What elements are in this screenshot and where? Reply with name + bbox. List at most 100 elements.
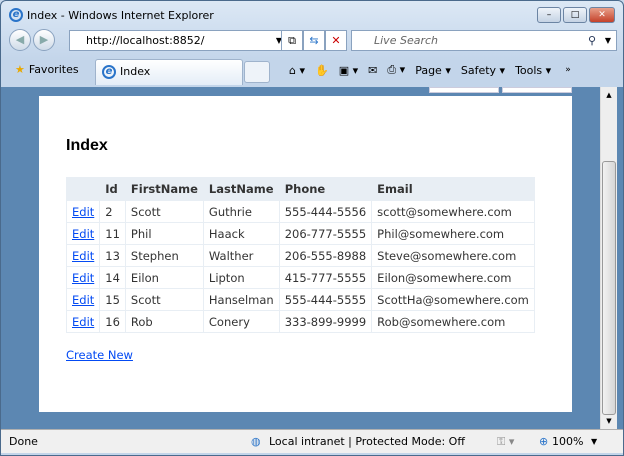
ie-icon: e [9, 8, 23, 22]
zone-text: Local intranet | Protected Mode: Off [269, 435, 465, 448]
status-text: Done [9, 435, 38, 448]
rss-icon[interactable]: ▣ ▾ [339, 64, 358, 77]
ie-icon: e [102, 65, 116, 79]
more-icon[interactable]: » [565, 65, 571, 75]
minimize-button[interactable]: – [537, 7, 561, 23]
browser-window: e Index - Windows Internet Explorer – □ ✕ ◀… [0, 0, 624, 456]
table-header: Id FirstName LastName Phone Email [65, 177, 535, 201]
cell-action: Edit [65, 288, 101, 311]
globe-icon: ◍ [251, 435, 261, 448]
cell-last: Hanselman [202, 288, 280, 311]
data-table: Id FirstName LastName Phone Email Edit 2 Scott… [65, 177, 535, 333]
table-row: Edit 13 Stephen Walther 206-555-8988 Steve@so… [65, 244, 535, 267]
cell-last: Lipton [202, 266, 280, 289]
cell-action: Edit [65, 310, 101, 333]
edit-link[interactable]: Edit [72, 227, 94, 241]
tab-index[interactable]: e Index [95, 59, 243, 85]
back-button[interactable]: ◀ [9, 29, 31, 51]
search-icon[interactable]: ⚲ [588, 34, 596, 47]
column-header: Email [371, 177, 535, 201]
table-row: Edit 2 Scott Guthrie 555-444-5556 scott@somew… [65, 200, 535, 223]
column-header: Phone [278, 177, 373, 201]
compatibility-button[interactable]: ⧉ [281, 30, 303, 51]
page-content: Index Id FirstName LastName Phone Email Edit… [39, 96, 572, 412]
cell-email: Rob@somewhere.com [371, 310, 535, 333]
url-text: http://localhost:8852/ [86, 34, 205, 47]
cell-action: Edit [65, 222, 101, 245]
search-input[interactable]: Live Search ⚲ ▼ [351, 30, 617, 51]
new-tab-button[interactable] [244, 61, 270, 83]
tools-menu[interactable]: Tools ▾ [515, 64, 551, 77]
star-icon: ★ [15, 63, 25, 76]
maximize-button[interactable]: □ [563, 7, 587, 23]
cell-last: Walther [202, 244, 280, 267]
cell-email: ScottHa@somewhere.com [371, 288, 535, 311]
edit-link[interactable]: Edit [72, 293, 94, 307]
cell-email: Phil@somewhere.com [371, 222, 535, 245]
close-button[interactable]: ✕ [589, 7, 615, 23]
edit-link[interactable]: Edit [72, 271, 94, 285]
cell-id: 13 [99, 244, 126, 267]
forward-button[interactable]: ▶ [33, 29, 55, 51]
cell-phone: 333-899-9999 [278, 310, 373, 333]
table-row: Edit 15 Scott Hanselman 555-444-5555 ScottHa@… [65, 288, 535, 311]
cell-first: Phil [124, 222, 204, 245]
cell-action: Edit [65, 266, 101, 289]
cell-phone: 555-444-5556 [278, 200, 373, 223]
cell-phone: 555-444-5555 [278, 288, 373, 311]
chevron-down-icon[interactable]: ▼ [605, 36, 611, 45]
page-menu[interactable]: Page ▾ [415, 64, 451, 77]
status-bar: Done ◍ Local intranet | Protected Mode: … [1, 429, 623, 453]
menu-tab [502, 87, 572, 93]
scroll-up-icon[interactable]: ▲ [601, 91, 617, 99]
cell-id: 14 [99, 266, 126, 289]
home-icon[interactable]: ⌂ ▾ [289, 64, 305, 77]
favorites-button[interactable]: ★ Favorites [15, 63, 79, 76]
hand-icon[interactable]: ✋ [315, 64, 329, 77]
cell-phone: 415-777-5555 [278, 266, 373, 289]
address-bar[interactable]: http://localhost:8852/▼ [69, 30, 289, 51]
refresh-button[interactable]: ⇆ [303, 30, 325, 51]
vertical-scrollbar[interactable]: ▲ ▼ [600, 87, 617, 429]
page-title: Index [66, 137, 108, 154]
cell-first: Stephen [124, 244, 204, 267]
scroll-down-icon[interactable]: ▼ [601, 417, 617, 425]
chevron-down-icon[interactable]: ▼ [591, 437, 597, 446]
column-header: Id [99, 177, 126, 201]
cell-action: Edit [65, 200, 101, 223]
title-bar: e Index - Windows Internet Explorer [9, 8, 214, 22]
menu-tab [429, 87, 499, 93]
mail-icon[interactable]: ✉ [368, 64, 377, 77]
scroll-thumb[interactable] [602, 161, 616, 415]
column-header [65, 177, 101, 201]
page-viewport: Index Id FirstName LastName Phone Email Edit… [1, 87, 623, 429]
security-icon[interactable]: ⚿ ▾ [497, 435, 514, 449]
cell-email: scott@somewhere.com [371, 200, 535, 223]
cell-first: Scott [124, 288, 204, 311]
cell-email: Eilon@somewhere.com [371, 266, 535, 289]
zoom-level[interactable]: 100% [552, 435, 583, 448]
cell-first: Scott [124, 200, 204, 223]
safety-menu[interactable]: Safety ▾ [461, 64, 505, 77]
cell-last: Guthrie [202, 200, 280, 223]
cell-id: 16 [99, 310, 126, 333]
edit-link[interactable]: Edit [72, 249, 94, 263]
edit-link[interactable]: Edit [72, 315, 94, 329]
cell-id: 11 [99, 222, 126, 245]
table-row: Edit 11 Phil Haack 206-777-5555 Phil@somewher… [65, 222, 535, 245]
table-row: Edit 16 Rob Conery 333-899-9999 Rob@somewhere… [65, 310, 535, 333]
edit-link[interactable]: Edit [72, 205, 94, 219]
print-icon[interactable]: ⎙ ▾ [387, 63, 405, 77]
create-new-link[interactable]: Create New [66, 348, 133, 362]
window-title: Index - Windows Internet Explorer [27, 8, 214, 22]
cell-action: Edit [65, 244, 101, 267]
cell-last: Conery [202, 310, 280, 333]
cell-id: 15 [99, 288, 126, 311]
cell-email: Steve@somewhere.com [371, 244, 535, 267]
cell-id: 2 [99, 200, 126, 223]
zoom-icon[interactable]: ⊕ [539, 435, 548, 448]
cell-last: Haack [202, 222, 280, 245]
column-header: LastName [202, 177, 280, 201]
cell-phone: 206-777-5555 [278, 222, 373, 245]
stop-button[interactable]: ✕ [325, 30, 347, 51]
